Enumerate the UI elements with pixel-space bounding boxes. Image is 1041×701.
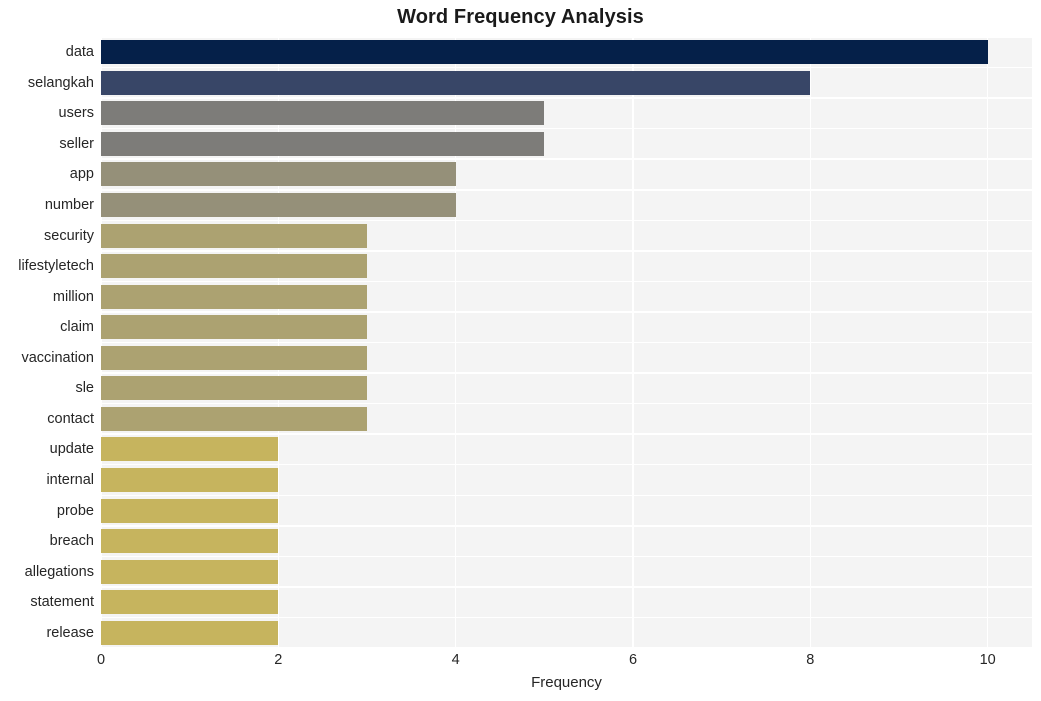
bar-claim[interactable] [101,315,367,340]
bar-app[interactable] [101,162,456,187]
y-axis-label-release: release [46,624,94,641]
y-axis-label-contact: contact [47,410,94,427]
gridline-y-1 [101,66,1032,69]
gridline-y-10 [101,341,1032,344]
plot-area [101,37,1032,648]
x-axis-tick-2: 2 [274,652,283,668]
gridline-y-17 [101,555,1032,558]
y-axis-label-lifestyletech: lifestyletech [18,258,94,275]
bar-million[interactable] [101,284,367,309]
gridline-y-19 [101,616,1032,619]
x-axis-ticks: 0 2 4 6 8 10 [0,652,1041,674]
word-frequency-chart: Word Frequency Analysis data selangkah use… [0,0,1041,701]
y-axis-label-data: data [65,44,94,61]
bar-users[interactable] [101,101,545,126]
gridline-y-8 [101,280,1032,283]
x-axis-tick-4: 4 [451,652,460,668]
gridline-y-3 [101,127,1032,130]
bar-statement[interactable] [101,590,279,615]
x-axis-tick-0: 0 [96,652,106,668]
y-axis-label-breach: breach [49,533,94,550]
gridline-y-5 [101,189,1032,191]
gridline-y-9 [101,311,1032,313]
bar-security[interactable] [101,223,367,248]
gridline-x-6 [632,37,634,648]
bar-breach[interactable] [101,529,279,554]
bar-probe[interactable] [101,498,279,523]
y-axis-label-number: number [44,197,94,214]
x-axis-tick-8: 8 [806,652,815,668]
gridline-y-7 [101,250,1032,252]
y-axis-label-users: users [58,105,94,122]
gridline-y-16 [101,525,1032,527]
bar-release[interactable] [101,620,279,645]
gridline-x-0 [101,37,102,648]
y-axis-label-million: million [52,288,94,305]
bar-update[interactable] [101,437,279,462]
bar-data[interactable] [101,40,988,65]
gridline-y-4 [101,158,1032,160]
gridline-y-15 [101,494,1032,496]
bar-allegations[interactable] [101,559,279,584]
gridline-y-13 [101,433,1032,435]
gridline-x-4 [454,37,457,648]
gridline-y-2 [101,97,1032,99]
gridline-y-14 [101,463,1032,466]
gridline-y-20 [101,647,1032,648]
gridline-y-12 [101,402,1032,405]
y-axis-label-update: update [49,441,94,458]
y-axis-label-security: security [44,227,94,244]
gridline-y-11 [101,372,1032,374]
x-axis-tick-10: 10 [979,652,996,668]
bar-contact[interactable] [101,406,367,431]
y-axis-label-probe: probe [56,502,94,519]
gridline-y-18 [101,586,1032,588]
gridline-x-10 [986,37,989,648]
gridline-y-0 [101,37,1032,38]
gridline-x-8 [809,37,812,648]
y-axis-label-sle: sle [75,380,94,397]
bar-sle[interactable] [101,376,367,401]
bar-number[interactable] [101,193,456,218]
y-axis-label-app: app [69,166,94,183]
y-axis-label-selangkah: selangkah [27,74,94,91]
chart-title: Word Frequency Analysis [397,6,644,28]
y-axis-label-allegations: allegations [24,563,94,580]
y-axis-label-internal: internal [46,471,94,488]
bar-selangkah[interactable] [101,70,811,95]
bar-lifestyletech[interactable] [101,254,367,279]
bar-vaccination[interactable] [101,345,367,370]
y-axis-labels: data selangkah users seller app number securit… [0,37,94,648]
y-axis-label-seller: seller [59,135,94,152]
x-axis-tick-6: 6 [628,652,638,668]
gridline-y-6 [101,219,1032,222]
gridline-x-2 [277,37,280,648]
x-axis-title: Frequency [531,674,602,691]
y-axis-label-claim: claim [60,319,94,336]
bar-internal[interactable] [101,467,279,492]
bar-seller[interactable] [101,131,545,156]
y-axis-label-statement: statement [30,594,94,611]
y-axis-label-vaccination: vaccination [21,349,94,366]
